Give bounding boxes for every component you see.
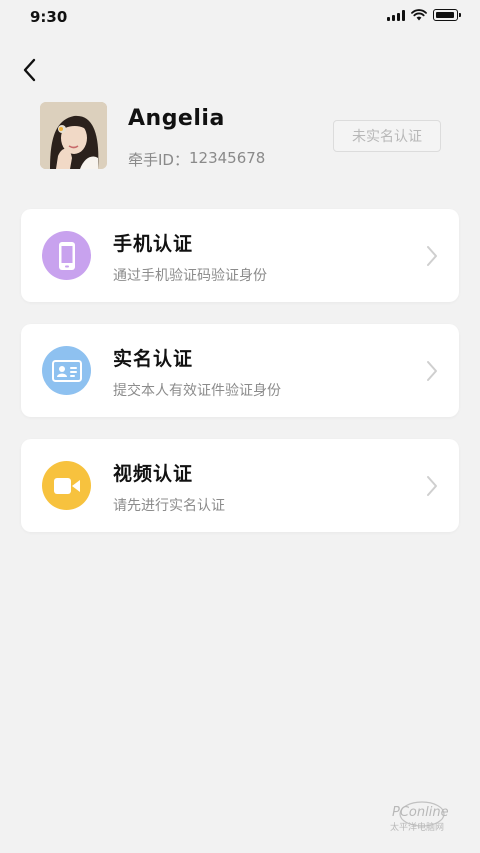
phone-icon [42, 231, 91, 280]
status-badge: 未实名认证 [333, 120, 441, 152]
chevron-right-icon [427, 361, 437, 381]
card-title: 实名认证 [113, 348, 194, 370]
avatar[interactable] [40, 102, 107, 169]
profile-id-value: 12345678 [188, 149, 266, 167]
chevron-right-icon [427, 246, 437, 266]
video-camera-icon [42, 461, 91, 510]
chevron-left-icon [23, 58, 36, 82]
profile-name: Angelia [128, 106, 225, 131]
card-subtitle: 请先进行实名认证 [113, 498, 225, 514]
phone-verification-card[interactable]: 手机认证 通过手机验证码验证身份 [21, 209, 459, 302]
avatar-image [40, 102, 107, 169]
card-title: 视频认证 [113, 463, 194, 485]
signal-icon [387, 9, 405, 21]
verification-screen: 9:30 Angelia 牵手ID： 12345678 未实名认证 手机认证 通… [0, 0, 480, 853]
profile-id-label: 牵手ID： [128, 151, 189, 169]
id-card-icon [42, 346, 91, 395]
chevron-right-icon [427, 476, 437, 496]
status-icons [387, 9, 461, 21]
profile-id: 牵手ID： 12345678 [128, 149, 265, 170]
pconline-watermark: PConline 太平洋电脑网 [390, 801, 449, 833]
battery-icon [433, 9, 461, 21]
video-verification-card[interactable]: 视频认证 请先进行实名认证 [21, 439, 459, 532]
status-time: 9:30 [30, 8, 68, 26]
id-verification-card[interactable]: 实名认证 提交本人有效证件验证身份 [21, 324, 459, 417]
wifi-icon [411, 9, 427, 21]
status-bar: 9:30 [0, 0, 480, 34]
back-button[interactable] [14, 54, 44, 86]
card-subtitle: 通过手机验证码验证身份 [113, 268, 267, 284]
svg-text:太平洋电脑网: 太平洋电脑网 [390, 821, 444, 833]
card-subtitle: 提交本人有效证件验证身份 [113, 383, 281, 399]
card-title: 手机认证 [113, 233, 194, 255]
svg-text:PConline: PConline [392, 805, 449, 820]
